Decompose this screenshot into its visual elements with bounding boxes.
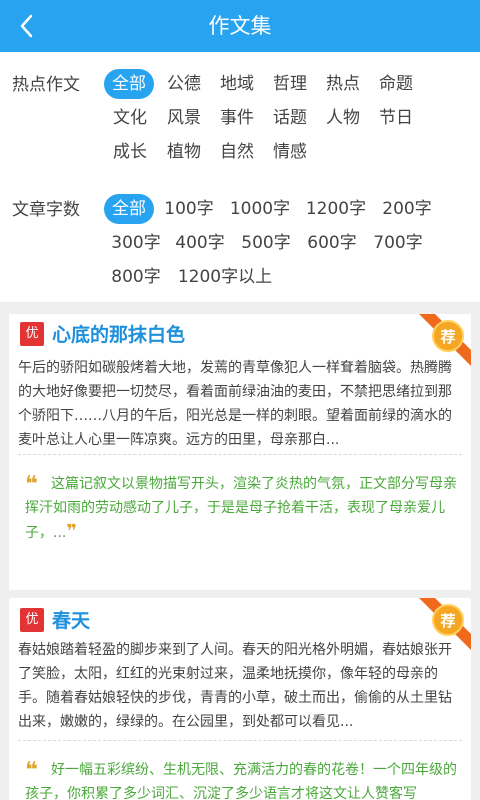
word-count-chip[interactable]: 500字 bbox=[236, 228, 296, 258]
teacher-comment: 这篇记叙文以景物描写开头，渲染了炎热的气氛，正文部分写母亲挥汗如雨的劳动感动了儿… bbox=[25, 472, 463, 545]
word-count-chip[interactable]: 800字 bbox=[106, 262, 166, 292]
topic-chip[interactable]: 成长 bbox=[106, 137, 154, 167]
app-header: 作文集 bbox=[0, 0, 480, 52]
topic-chip[interactable]: 话题 bbox=[266, 103, 314, 133]
comment-text: 好一幅五彩缤纷、生机无限、充满活力的春的花卷！一个四年级的孩子，你积累了多少词汇… bbox=[25, 762, 457, 800]
topic-chip[interactable]: 节日 bbox=[372, 103, 420, 133]
topic-chip[interactable]: 地域 bbox=[213, 69, 261, 99]
word-count-chip[interactable]: 1200字以上 bbox=[172, 262, 278, 292]
page-title: 作文集 bbox=[208, 14, 272, 38]
word-count-chip[interactable]: 300字 bbox=[106, 228, 166, 258]
excellent-badge: 优 bbox=[20, 322, 44, 346]
word-count-chip[interactable]: 1200字 bbox=[301, 194, 371, 224]
topic-chip[interactable]: 文化 bbox=[106, 103, 154, 133]
topic-chip[interactable]: 风景 bbox=[160, 103, 208, 133]
article-title[interactable]: 春天 bbox=[52, 606, 90, 633]
topic-chip[interactable]: 自然 bbox=[213, 137, 261, 167]
article-card[interactable]: 优 春天 荐 春姑娘踏着轻盈的脚步来到了人间。春天的阳光格外明媚，春姑娘张开了笑… bbox=[9, 598, 471, 800]
filter-panel: 热点作文 全部 公德 地域 哲理 热点 命题 文化 风景 事件 话题 人物 节日… bbox=[0, 52, 480, 302]
excellent-badge: 优 bbox=[20, 608, 44, 632]
word-count-chip[interactable]: 1000字 bbox=[225, 194, 295, 224]
teacher-comment: 好一幅五彩缤纷、生机无限、充满活力的春的花卷！一个四年级的孩子，你积累了多少词汇… bbox=[25, 758, 463, 800]
word-count-chip[interactable]: 100字 bbox=[160, 194, 218, 224]
topic-chip[interactable]: 情感 bbox=[266, 137, 314, 167]
word-count-chip[interactable]: 700字 bbox=[368, 228, 428, 258]
topic-filter-label: 热点作文 bbox=[12, 75, 80, 95]
topic-chip[interactable]: 公德 bbox=[160, 69, 208, 99]
topic-chip-all[interactable]: 全部 bbox=[104, 69, 154, 99]
word-count-chip[interactable]: 400字 bbox=[170, 228, 230, 258]
article-card[interactable]: 优 心底的那抹白色 荐 午后的骄阳如碳般烤着大地，发蔫的青草像犯人一样耷着脑袋。… bbox=[9, 314, 471, 590]
article-excerpt: 春姑娘踏着轻盈的脚步来到了人间。春天的阳光格外明媚，春姑娘张开了笑脸，太阳，红红… bbox=[18, 642, 452, 730]
quote-close-icon: ❞ bbox=[66, 521, 77, 542]
article-excerpt: 午后的骄阳如碳般烤着大地，发蔫的青草像犯人一样耷着脑袋。热腾腾的大地好像要把一切… bbox=[18, 360, 452, 448]
card-divider bbox=[18, 740, 462, 741]
word-count-filter-label: 文章字数 bbox=[12, 200, 80, 220]
word-count-chip-all[interactable]: 全部 bbox=[104, 194, 154, 224]
topic-chip[interactable]: 哲理 bbox=[266, 69, 314, 99]
recommend-text: 荐 bbox=[439, 328, 455, 346]
topic-chip[interactable]: 人物 bbox=[319, 103, 367, 133]
topic-chip[interactable]: 事件 bbox=[213, 103, 261, 133]
card-divider bbox=[18, 454, 462, 455]
article-title[interactable]: 心底的那抹白色 bbox=[52, 320, 185, 347]
comment-text: 这篇记叙文以景物描写开头，渲染了炎热的气氛，正文部分写母亲挥汗如雨的劳动感动了儿… bbox=[25, 476, 457, 541]
topic-chip[interactable]: 命题 bbox=[372, 69, 420, 99]
word-count-chip[interactable]: 200字 bbox=[377, 194, 437, 224]
word-count-chip[interactable]: 600字 bbox=[302, 228, 362, 258]
topic-chip[interactable]: 植物 bbox=[160, 137, 208, 167]
recommend-text: 荐 bbox=[439, 612, 455, 630]
topic-chip[interactable]: 热点 bbox=[319, 69, 367, 99]
